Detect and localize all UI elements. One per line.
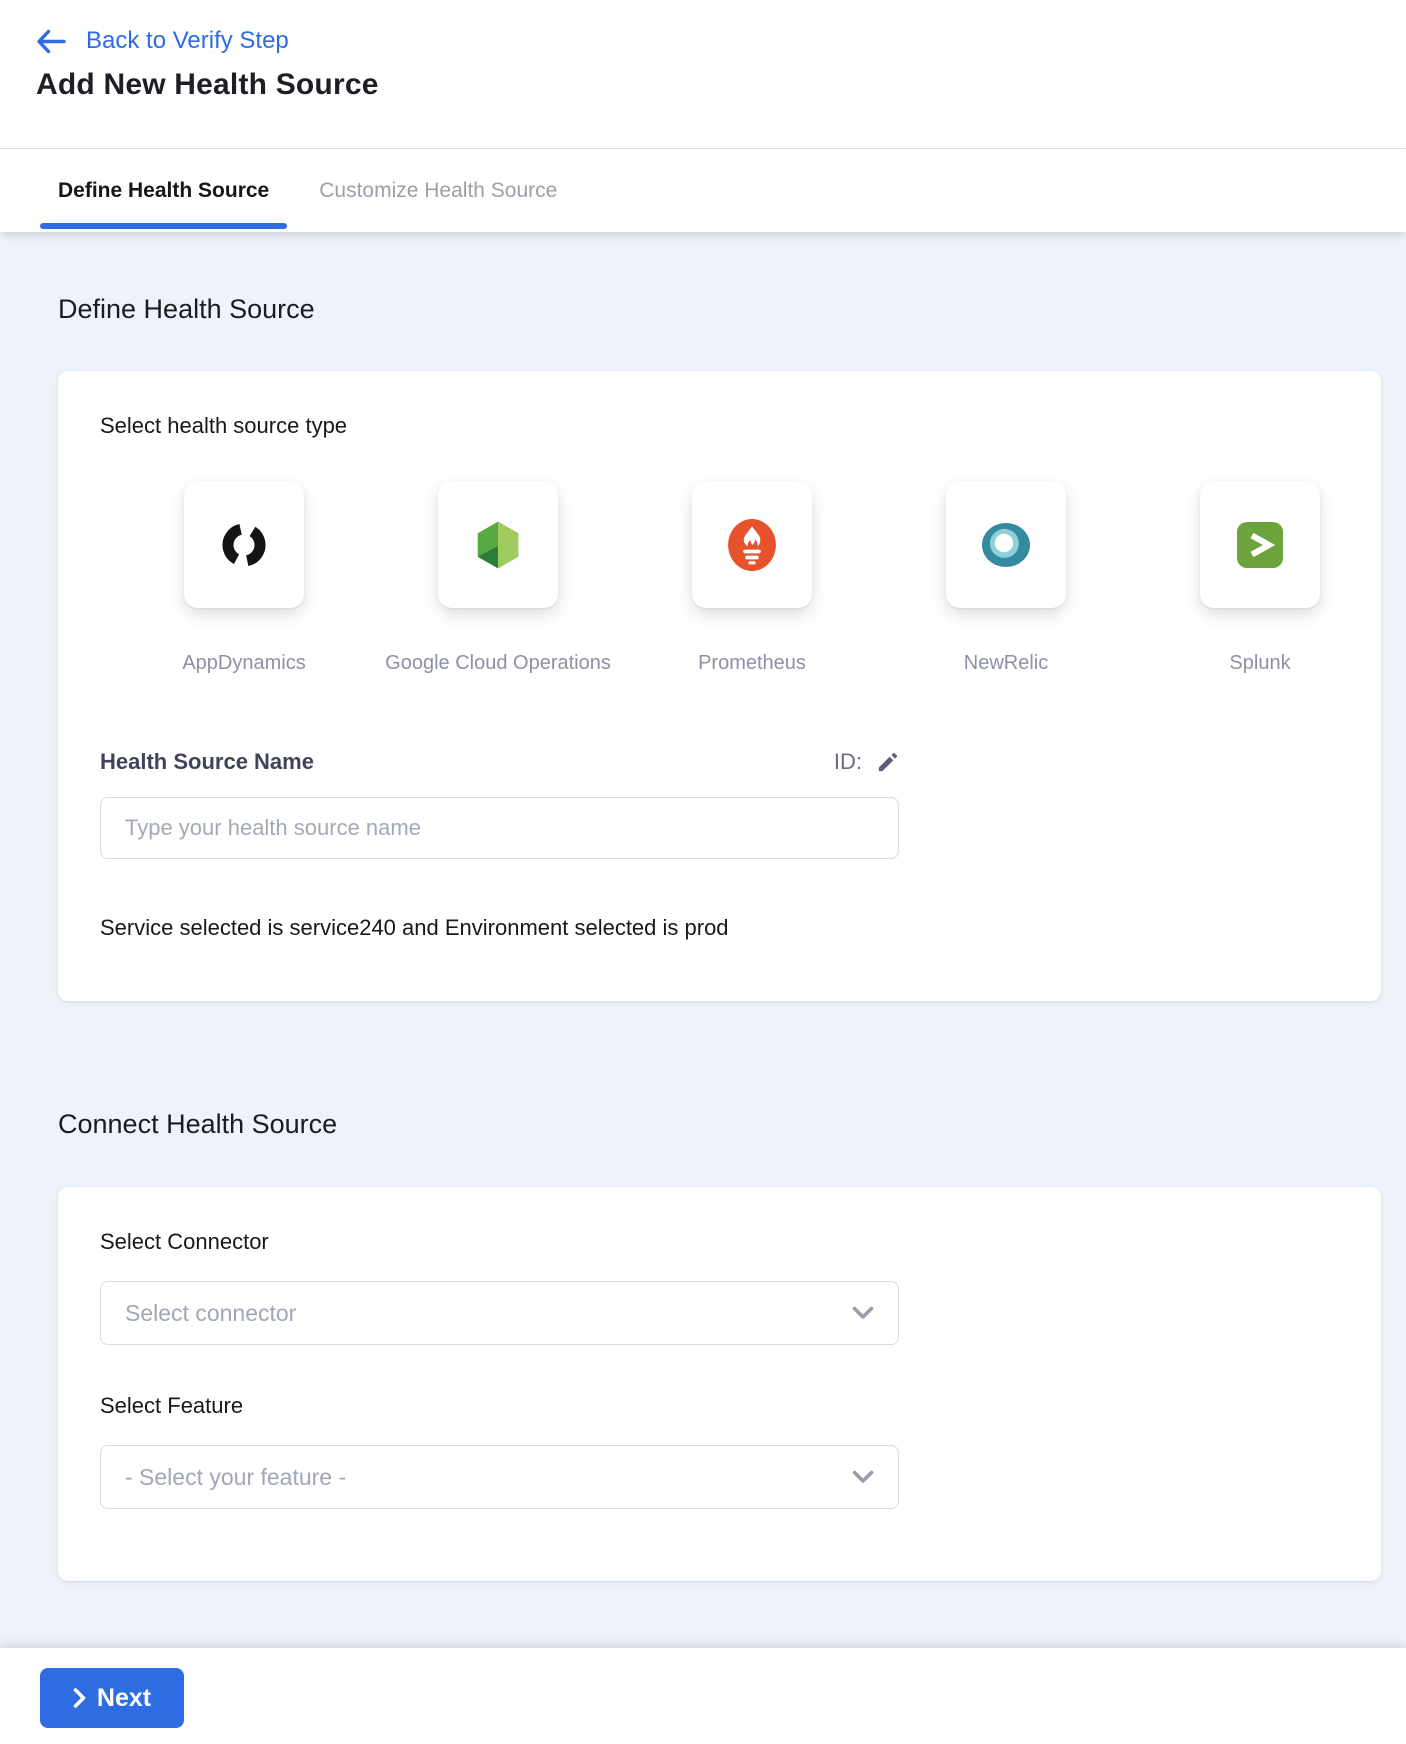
feature-select[interactable]: - Select your feature -: [100, 1445, 899, 1509]
chevron-down-icon: [852, 1470, 874, 1484]
page-header: Back to Verify Step Add New Health Sourc…: [0, 0, 1406, 148]
define-section-heading: Define Health Source: [58, 294, 1406, 325]
connector-placeholder: Select connector: [125, 1300, 296, 1327]
appdynamics-icon: [219, 520, 269, 570]
select-connector-label: Select Connector: [100, 1229, 1339, 1255]
splunk-label: Splunk: [1229, 652, 1290, 675]
source-option-gco: Google Cloud Operations: [438, 481, 558, 675]
source-option-splunk: Splunk: [1200, 481, 1320, 675]
select-feature-label: Select Feature: [100, 1393, 1339, 1419]
next-button[interactable]: Next: [40, 1668, 184, 1728]
prometheus-label: Prometheus: [698, 652, 806, 675]
health-source-name-row: Health Source Name ID:: [100, 749, 899, 775]
chevron-right-icon: [73, 1688, 86, 1708]
newrelic-label: NewRelic: [964, 652, 1048, 675]
google-cloud-operations-icon: [472, 517, 524, 573]
splunk-icon: [1236, 521, 1284, 569]
source-option-prometheus: Prometheus: [692, 481, 812, 675]
newrelic-icon: [981, 522, 1031, 568]
connect-section-heading: Connect Health Source: [58, 1109, 1406, 1140]
content-area: Define Health Source Select health sourc…: [0, 232, 1406, 1648]
tab-define-health-source[interactable]: Define Health Source: [40, 149, 287, 232]
prometheus-tile[interactable]: [692, 481, 812, 608]
feature-placeholder: - Select your feature -: [125, 1464, 346, 1491]
define-health-source-card: Select health source type AppDynamics: [58, 371, 1381, 1001]
page-title: Add New Health Source: [36, 68, 1406, 102]
back-to-verify-link[interactable]: Back to Verify Step: [36, 27, 1406, 55]
service-environment-text: Service selected is service240 and Envir…: [100, 915, 1339, 941]
tab-bar: Define Health Source Customize Health So…: [0, 148, 1406, 232]
tab-customize-health-source[interactable]: Customize Health Source: [301, 149, 575, 232]
health-source-type-row: AppDynamics Google Cloud Operations: [100, 481, 1339, 675]
pencil-icon: [876, 751, 899, 774]
arrow-left-icon: [36, 28, 66, 55]
footer-bar: Next: [0, 1648, 1406, 1744]
health-source-name-input[interactable]: [100, 797, 899, 859]
connector-select[interactable]: Select connector: [100, 1281, 899, 1345]
health-source-name-label: Health Source Name: [100, 749, 314, 775]
id-label: ID:: [834, 749, 862, 775]
select-type-label: Select health source type: [100, 413, 1339, 439]
connect-health-source-card: Select Connector Select connector Select…: [58, 1187, 1381, 1581]
splunk-tile[interactable]: [1200, 481, 1320, 608]
id-group: ID:: [834, 749, 899, 775]
source-option-appdynamics: AppDynamics: [184, 481, 304, 675]
gco-label: Google Cloud Operations: [385, 652, 611, 675]
back-link-label: Back to Verify Step: [86, 27, 289, 55]
source-option-newrelic: NewRelic: [946, 481, 1066, 675]
next-button-label: Next: [97, 1684, 151, 1713]
gco-tile[interactable]: [438, 481, 558, 608]
edit-id-button[interactable]: [876, 751, 899, 774]
chevron-down-icon: [852, 1306, 874, 1320]
prometheus-icon: [727, 518, 777, 572]
appdynamics-label: AppDynamics: [182, 652, 305, 675]
newrelic-tile[interactable]: [946, 481, 1066, 608]
appdynamics-tile[interactable]: [184, 481, 304, 608]
